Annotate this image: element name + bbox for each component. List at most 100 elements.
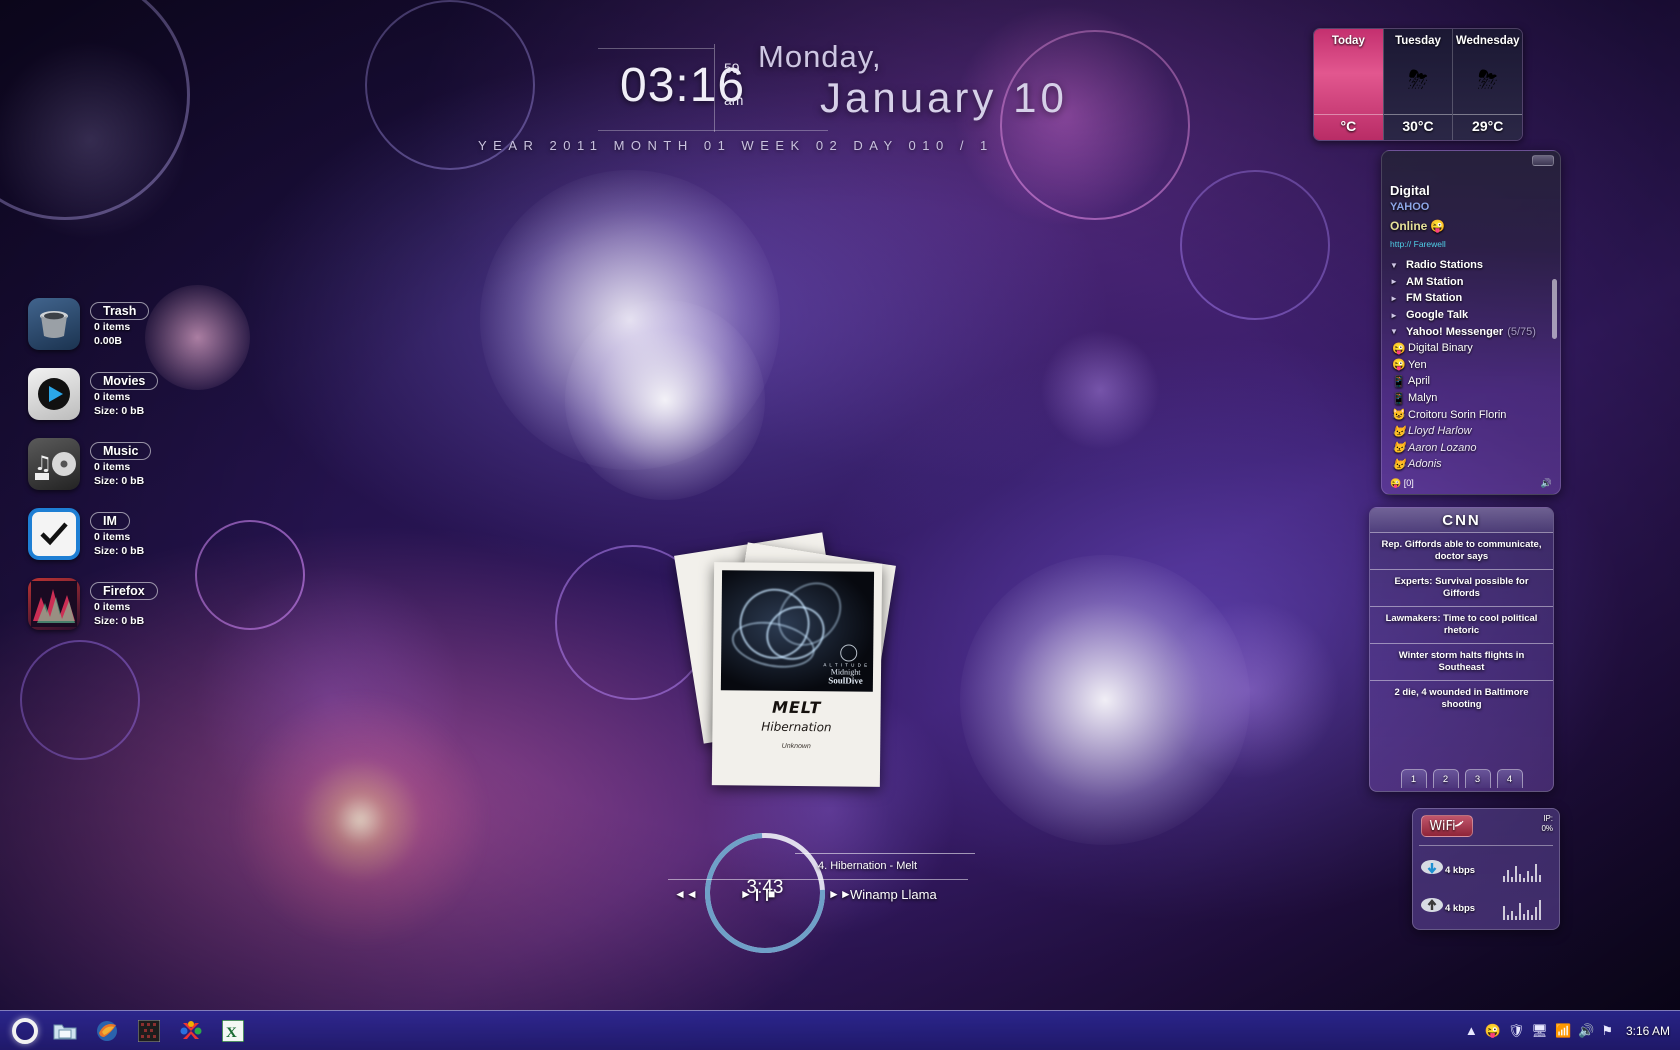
- brand-line2: SoulDive: [828, 675, 863, 686]
- messenger-status[interactable]: Online 😜: [1390, 219, 1445, 233]
- list-item[interactable]: 😾 Lloyd Harlow: [1390, 423, 1560, 440]
- play-button[interactable]: ►: [740, 887, 752, 901]
- cnn-news-widget[interactable]: CNN Rep. Giffords able to communicate, d…: [1369, 507, 1554, 792]
- icon-items: 0 items: [94, 531, 131, 543]
- weather-temp: °C: [1314, 114, 1383, 140]
- storm-cloud-icon: ⛈: [1477, 66, 1498, 94]
- page-button-1[interactable]: 1: [1400, 769, 1427, 788]
- list-item[interactable]: 📱 Malyn: [1390, 390, 1560, 407]
- desktop-icon-music[interactable]: ♫ Music 0 items Size: 0 bB: [28, 438, 158, 508]
- volume-icon[interactable]: 🔊: [1578, 1023, 1594, 1039]
- group-label: Yahoo! Messenger: [1406, 325, 1504, 338]
- messenger-widget[interactable]: Digital YAHOO Online 😜 http:// Farewell ▼…: [1381, 150, 1561, 495]
- clock-datestrip: YEAR 2011 MONTH 01 WEEK 02 DAY 010 / 1: [478, 138, 994, 153]
- tray-clock[interactable]: 3:16 AM: [1626, 1024, 1670, 1038]
- list-item[interactable]: 😜 Digital Binary: [1390, 340, 1560, 357]
- weather-column-today[interactable]: Today °C: [1314, 29, 1383, 140]
- music-player-widget[interactable]: A L T I T U D E Midnight SoulDive MELT H…: [660, 532, 975, 978]
- clock-ampm: am: [724, 92, 744, 108]
- list-item[interactable]: 😺 Croitoru Sorin Florin: [1390, 406, 1560, 423]
- weather-widget[interactable]: Today °C Tuesday ⛈ 30°C Wednesday ⛈ 29°C: [1313, 28, 1523, 141]
- icon-label: Firefox: [90, 582, 158, 600]
- start-button[interactable]: [12, 1017, 38, 1044]
- messenger-icon[interactable]: 😜: [1485, 1023, 1501, 1039]
- volume-icon[interactable]: 🔊: [1541, 478, 1552, 489]
- taskbar-item-puzzle[interactable]: [176, 1016, 206, 1046]
- taskbar-item-firefox[interactable]: [92, 1016, 122, 1046]
- close-icon[interactable]: [1532, 155, 1554, 166]
- taskbar-item-terminal[interactable]: [134, 1016, 164, 1046]
- player-app-label: Winamp Llama: [850, 887, 937, 902]
- desktop-icon-im[interactable]: IM 0 items Size: 0 bB: [28, 508, 158, 578]
- taskbar-item-folder[interactable]: [50, 1016, 80, 1046]
- taskbar[interactable]: X ▲ 😜 🛡 🖥 📶 🔊 ⚑ 3:16 AM: [0, 1010, 1680, 1050]
- monitor-icon[interactable]: 🖥: [1531, 1023, 1548, 1039]
- messenger-url[interactable]: http:// Farewell: [1390, 239, 1446, 249]
- messenger-network: YAHOO: [1390, 201, 1430, 213]
- chevron-up-icon[interactable]: ▲: [1465, 1023, 1478, 1038]
- weather-column-tuesday[interactable]: Tuesday ⛈ 30°C: [1382, 29, 1453, 140]
- page-button-2[interactable]: 2: [1432, 769, 1459, 788]
- album-polaroid[interactable]: A L T I T U D E Midnight SoulDive MELT H…: [711, 562, 883, 787]
- weather-column-wednesday[interactable]: Wednesday ⛈ 29°C: [1452, 29, 1522, 140]
- messenger-group-am-station[interactable]: ► AM Station: [1390, 274, 1560, 291]
- weather-temp: 30°C: [1383, 114, 1453, 140]
- stop-button[interactable]: ■: [768, 887, 775, 901]
- messenger-status-text: Online: [1390, 219, 1428, 233]
- avatar: 😜: [1392, 359, 1406, 372]
- next-button[interactable]: ►►: [828, 887, 852, 901]
- icon-label: IM: [90, 512, 130, 530]
- icon-size: Size: 0 bB: [94, 405, 145, 417]
- weather-day: Wednesday: [1455, 35, 1520, 47]
- page-button-3[interactable]: 3: [1464, 769, 1491, 788]
- list-item[interactable]: 😜 Yen: [1390, 357, 1560, 374]
- messenger-group-yahoo-messenger[interactable]: ▼ Yahoo! Messenger (5/75): [1390, 323, 1560, 340]
- avatar: 📱: [1392, 392, 1406, 405]
- news-headline[interactable]: Lawmakers: Time to cool political rhetor…: [1370, 606, 1553, 643]
- messenger-display-name: Digital: [1390, 183, 1430, 198]
- wifi-signal-icon: [1454, 820, 1464, 827]
- network-icon[interactable]: 📶: [1555, 1023, 1571, 1039]
- flag-icon[interactable]: ⚑: [1601, 1023, 1613, 1039]
- desktop-icon-firefox[interactable]: Firefox 0 items Size: 0 bB: [28, 578, 158, 648]
- shield-icon[interactable]: 🛡: [1508, 1023, 1525, 1039]
- messenger-contact-list[interactable]: ▼ Radio Stations ► AM Station ► FM Stati…: [1382, 257, 1560, 472]
- divider: [795, 853, 975, 854]
- group-label: FM Station: [1406, 292, 1463, 305]
- album-art: A L T I T U D E Midnight SoulDive: [720, 570, 875, 692]
- messenger-group-radio-stations[interactable]: ▼ Radio Stations: [1390, 257, 1560, 274]
- news-headline[interactable]: 2 die, 4 wounded in Baltimore shooting: [1370, 680, 1553, 717]
- contact-name: Croitoru Sorin Florin: [1408, 408, 1507, 421]
- desktop-icon-trash[interactable]: Trash 0 items 0.00B: [28, 298, 158, 368]
- messenger-group-google-talk[interactable]: ► Google Talk: [1390, 307, 1560, 324]
- news-headline[interactable]: Rep. Giffords able to communicate, docto…: [1370, 532, 1553, 569]
- icon-items: 0 items: [94, 321, 131, 333]
- icon-items: 0 items: [94, 391, 131, 403]
- trash-icon: [28, 298, 80, 350]
- list-item[interactable]: 😾 Adonis: [1390, 456, 1560, 473]
- footer-status[interactable]: 😜 [0]: [1390, 478, 1414, 489]
- messenger-group-fm-station[interactable]: ► FM Station: [1390, 290, 1560, 307]
- page-button-4[interactable]: 4: [1496, 769, 1523, 788]
- desktop-icon-movies[interactable]: Movies 0 items Size: 0 bB: [28, 368, 159, 438]
- wifi-upload-row: 4 kbps: [1419, 891, 1553, 925]
- wifi-widget[interactable]: WiFi IP: 0% 4 kbps 4 kbps: [1412, 808, 1560, 930]
- clock-divider-top: [598, 48, 714, 49]
- system-tray: ▲ 😜 🛡 🖥 📶 🔊 ⚑ 3:16 AM: [1465, 1023, 1680, 1039]
- taskbar-item-excel[interactable]: X: [218, 1016, 248, 1046]
- download-rate: 4 kbps: [1445, 864, 1476, 876]
- desktop-icon-grid: Trash 0 items 0.00B Movies 0 items Size:…: [28, 298, 159, 648]
- list-item[interactable]: 📱 April: [1390, 373, 1560, 390]
- group-label: Radio Stations: [1406, 259, 1484, 272]
- clock-widget[interactable]: 03:16 59 am Monday, January 10 YEAR 2011…: [478, 39, 1098, 153]
- group-label: Google Talk: [1406, 309, 1469, 322]
- contact-name: Aaron Lozano: [1408, 441, 1477, 454]
- news-headline[interactable]: Experts: Survival possible for Giffords: [1370, 569, 1553, 606]
- previous-button[interactable]: ◄◄: [674, 887, 698, 901]
- wifi-ip-value: 0%: [1541, 824, 1553, 833]
- scrollbar-thumb[interactable]: [1552, 279, 1557, 339]
- news-headline[interactable]: Winter storm halts flights in Southeast: [1370, 643, 1553, 680]
- list-item[interactable]: 😾 Aaron Lozano: [1390, 440, 1560, 457]
- weather-temp: 29°C: [1453, 114, 1522, 140]
- weather-day: Tuesday: [1395, 35, 1441, 47]
